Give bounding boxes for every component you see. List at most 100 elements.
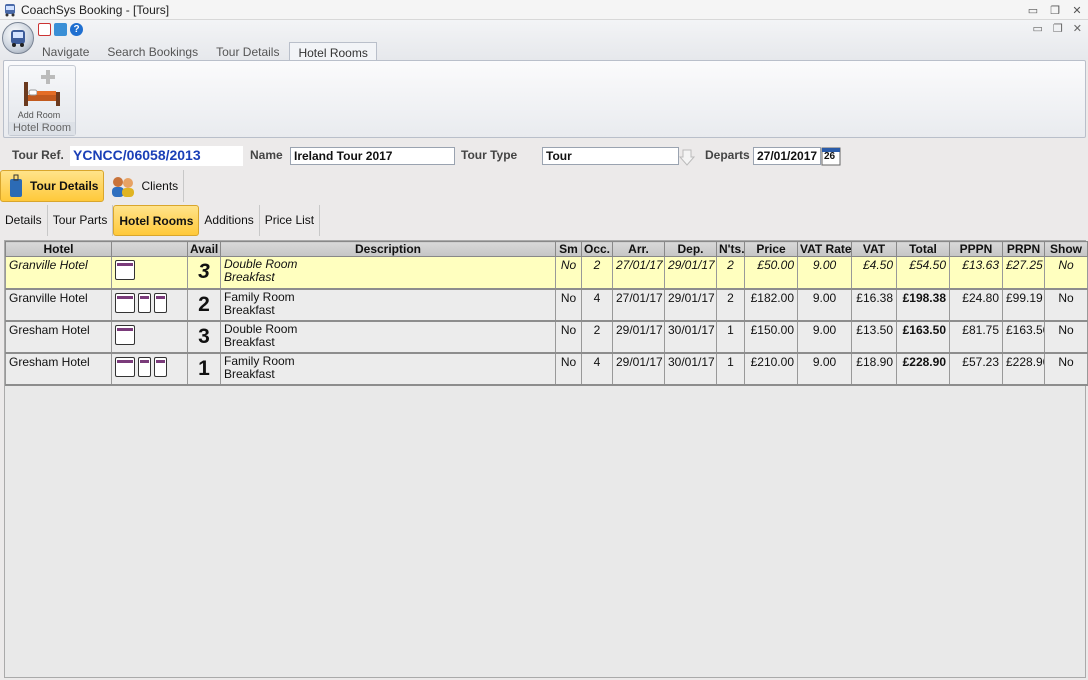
hotel-cell: Granville Hotel [5,288,112,322]
coach-icon [11,30,25,47]
table-row[interactable]: Gresham Hotel 3 Double Room Breakfast No … [5,320,1088,354]
restore-icon[interactable]: ❐ [1048,4,1062,17]
mdi-close-icon[interactable]: ✕ [1073,22,1082,35]
tour-type-select[interactable]: Tour [542,147,679,165]
col-dep[interactable]: Dep. [664,241,717,257]
tab-navigate[interactable]: Navigate [34,42,97,61]
dep-cell: 30/01/17 [664,320,717,354]
col-occ[interactable]: Occ. [581,241,613,257]
tab-hotel-rooms[interactable]: Hotel Rooms [289,42,377,61]
col-description[interactable]: Description [220,241,556,257]
tab-tour-details-section[interactable]: Tour Details [0,170,105,202]
occ-cell: 2 [581,320,613,354]
col-avail[interactable]: Avail [187,241,221,257]
price-cell: £50.00 [744,256,798,290]
clients-icon [112,177,135,197]
clients-label: Clients [141,179,179,193]
price-cell: £210.00 [744,352,798,386]
room-type: Double Room [224,321,298,336]
table-row[interactable]: Granville Hotel 3 Double Room Breakfast N… [5,256,1088,290]
col-vat-rate[interactable]: VAT Rate [797,241,852,257]
section-tabs: Tour Details Clients [0,170,185,202]
hotel-rooms-grid[interactable]: Hotel Avail Description Sm Occ. Arr. Dep… [4,240,1088,678]
vat-cell: £4.50 [851,256,897,290]
col-nights[interactable]: N'ts. [716,241,745,257]
departs-date-field[interactable]: 27/01/2017 [753,147,821,165]
tour-ref-label: Tour Ref. [12,148,64,162]
total-cell: £198.38 [896,288,950,322]
mdi-minimize-icon[interactable]: ▭ [1033,22,1043,35]
tab-tour-details[interactable]: Tour Details [208,42,287,61]
mdi-restore-icon[interactable]: ❐ [1053,22,1063,35]
subtab-details[interactable]: Details [0,205,48,236]
hotel-room-group: Add Room Hotel Room [8,65,76,136]
pppn-cell: £13.63 [949,256,1003,290]
nights-cell: 2 [716,288,745,322]
total-cell: £163.50 [896,320,950,354]
rooms-cell [111,256,188,290]
col-total[interactable]: Total [896,241,950,257]
vat-cell: £18.90 [851,352,897,386]
suitcase-icon [10,174,22,197]
close-icon[interactable]: ✕ [1070,4,1084,17]
subtab-additions[interactable]: Additions [199,205,260,236]
sm-cell: No [555,352,582,386]
occ-cell: 4 [581,288,613,322]
table-row[interactable]: Gresham Hotel 1 Family Room Breakfast No … [5,352,1088,386]
total-cell: £54.50 [896,256,950,290]
sub-tabs: Details Tour Parts Hotel Rooms Additions… [0,205,321,236]
hotel-rooms-table: Hotel Avail Description Sm Occ. Arr. Dep… [5,241,1088,386]
sm-cell: No [555,288,582,322]
table-row[interactable]: Granville Hotel 2 Family Room Breakfast N… [5,288,1088,322]
tab-clients[interactable]: Clients [104,170,185,202]
col-price[interactable]: Price [744,241,798,257]
app-menu-button[interactable] [2,22,34,54]
arr-cell: 27/01/17 [612,288,665,322]
nights-cell: 2 [716,256,745,290]
col-prpn[interactable]: PRPN [1002,241,1045,257]
board-basis: Breakfast [224,302,275,317]
flag-icon[interactable] [38,23,51,36]
vat-rate-cell: 9.00 [797,352,852,386]
ribbon-tabs: Navigate Search Bookings Tour Details Ho… [34,41,379,61]
col-sm[interactable]: Sm [555,241,582,257]
name-field[interactable]: Ireland Tour 2017 [290,147,455,165]
subtab-tour-parts[interactable]: Tour Parts [48,205,114,236]
col-vat[interactable]: VAT [851,241,897,257]
subtab-hotel-rooms[interactable]: Hotel Rooms [113,205,200,236]
col-arr[interactable]: Arr. [612,241,665,257]
tab-search-bookings[interactable]: Search Bookings [99,42,206,61]
chevron-down-icon[interactable] [679,148,695,166]
arr-cell: 29/01/17 [612,320,665,354]
vat-rate-cell: 9.00 [797,320,852,354]
prpn-cell: £228.90 [1002,352,1045,386]
room-type: Family Room [224,353,295,368]
rooms-cell [111,320,188,354]
col-hotel[interactable]: Hotel [5,241,112,257]
col-show[interactable]: Show [1044,241,1088,257]
room-icon [154,356,167,377]
minimize-icon[interactable]: ▭ [1026,4,1040,17]
price-cell: £182.00 [744,288,798,322]
nights-cell: 1 [716,352,745,386]
sm-cell: No [555,256,582,290]
description-cell: Family Room Breakfast [220,288,556,322]
window-titlebar: CoachSys Booking - [Tours] ▭ ❐ ✕ [0,0,1088,20]
help-icon[interactable]: ? [70,23,83,36]
coach-app-icon [5,3,15,16]
window-title: CoachSys Booking - [Tours] [21,2,170,17]
sm-cell: No [555,320,582,354]
occ-cell: 4 [581,352,613,386]
col-rooms[interactable] [111,241,188,257]
avail-cell: 3 [187,256,221,290]
exit-icon[interactable] [54,23,67,36]
subtab-price-list[interactable]: Price List [260,205,321,236]
avail-cell: 1 [187,352,221,386]
prpn-cell: £99.19 [1002,288,1045,322]
calendar-button[interactable]: 26 [821,147,841,166]
col-pppn[interactable]: PPPN [949,241,1003,257]
pppn-cell: £57.23 [949,352,1003,386]
rooms-cell [111,288,188,322]
room-icon [138,356,151,377]
table-header-row: Hotel Avail Description Sm Occ. Arr. Dep… [5,241,1088,257]
